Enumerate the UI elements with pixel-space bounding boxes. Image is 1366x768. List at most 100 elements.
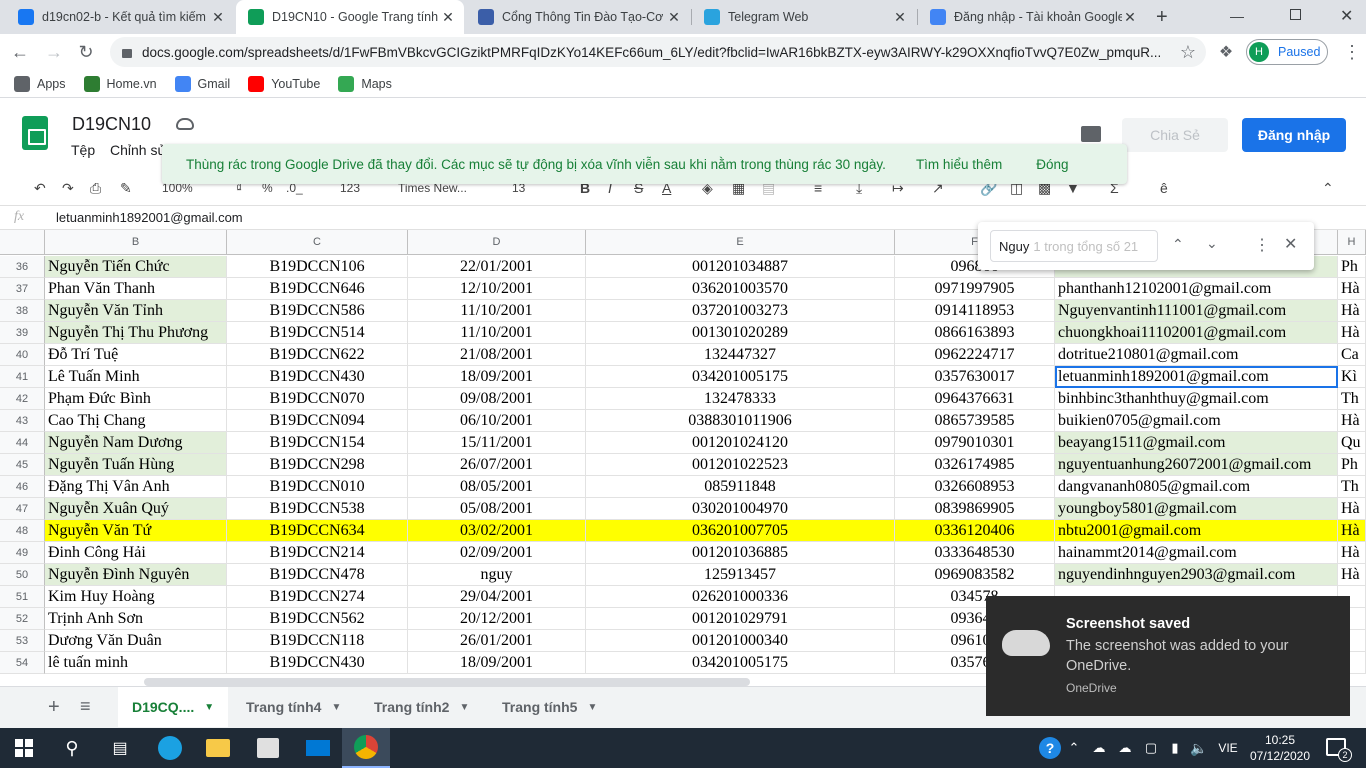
bookmark-star-icon[interactable]: ☆: [1174, 38, 1202, 66]
table-cell[interactable]: B19DCCN094: [227, 410, 408, 432]
active-cell[interactable]: letuanminh1892001@gmail.com: [1055, 366, 1338, 388]
browser-tab[interactable]: Cổng Thông Tin Đào Tạo-Cơ Sở ✕: [466, 0, 690, 34]
table-cell[interactable]: 29/04/2001: [408, 586, 586, 608]
row-header[interactable]: 36: [0, 256, 45, 278]
share-button[interactable]: Chia Sẻ: [1122, 118, 1228, 152]
table-cell[interactable]: Trịnh Anh Sơn: [45, 608, 227, 630]
sheet-tab[interactable]: Trang tính4 ▼: [232, 687, 355, 727]
row-header[interactable]: 50: [0, 564, 45, 586]
table-cell[interactable]: Ph: [1338, 256, 1366, 278]
cloud-status-icon[interactable]: [176, 118, 194, 130]
input-tools-icon[interactable]: ê: [1160, 178, 1168, 198]
table-cell[interactable]: B19DCCN070: [227, 388, 408, 410]
table-cell[interactable]: 20/12/2001: [408, 608, 586, 630]
restore-icon[interactable]: [1290, 9, 1301, 20]
table-cell[interactable]: 22/01/2001: [408, 256, 586, 278]
table-cell[interactable]: B19DCCN478: [227, 564, 408, 586]
battery-icon[interactable]: ▮: [1162, 728, 1188, 768]
table-cell[interactable]: Đinh Công Hải: [45, 542, 227, 564]
table-cell[interactable]: 0969083582: [895, 564, 1055, 586]
sheet-tab[interactable]: D19CQ.... ▼: [118, 687, 229, 727]
table-cell[interactable]: 001201024120: [586, 432, 895, 454]
row-header[interactable]: 53: [0, 630, 45, 652]
table-cell[interactable]: B19DCCN118: [227, 630, 408, 652]
sheet-tab-menu-icon[interactable]: ▼: [204, 702, 214, 713]
new-tab-icon[interactable]: +: [1156, 6, 1168, 29]
table-cell[interactable]: B19DCCN274: [227, 586, 408, 608]
row-header[interactable]: 41: [0, 366, 45, 388]
table-cell[interactable]: B19DCCN562: [227, 608, 408, 630]
row-header[interactable]: 40: [0, 344, 45, 366]
language-indicator[interactable]: VIE: [1208, 728, 1248, 768]
table-cell[interactable]: Nguyễn Đình Nguyên: [45, 564, 227, 586]
table-cell[interactable]: B19DCCN538: [227, 498, 408, 520]
add-sheet-icon[interactable]: +: [48, 696, 60, 719]
table-cell[interactable]: nguy: [408, 564, 586, 586]
bookmark-item[interactable]: Maps: [338, 75, 392, 92]
sheet-tab-menu-icon[interactable]: ▼: [331, 702, 341, 713]
table-cell[interactable]: dangvananh0805@gmail.com: [1055, 476, 1338, 498]
table-cell[interactable]: Qu: [1338, 432, 1366, 454]
column-header[interactable]: B: [45, 230, 227, 255]
menu-item-file[interactable]: Tệp: [71, 142, 95, 158]
close-tab-icon[interactable]: ✕: [210, 9, 226, 26]
sheets-logo-icon[interactable]: [22, 116, 48, 150]
table-cell[interactable]: Nguyễn Văn Tỉnh: [45, 300, 227, 322]
table-cell[interactable]: Nguyễn Văn Tứ: [45, 520, 227, 542]
sheet-tab[interactable]: Trang tính2 ▼: [360, 687, 483, 727]
find-prev-icon[interactable]: ⌃: [1172, 236, 1184, 253]
table-cell[interactable]: 026201000336: [586, 586, 895, 608]
row-header[interactable]: 51: [0, 586, 45, 608]
table-cell[interactable]: hainammt2014@gmail.com: [1055, 542, 1338, 564]
login-button[interactable]: Đăng nhập: [1242, 118, 1346, 152]
table-cell[interactable]: Nguyễn Thị Thu Phương: [45, 322, 227, 344]
find-next-icon[interactable]: ⌄: [1206, 235, 1218, 252]
toast-dismiss-button[interactable]: Đóng: [1036, 157, 1068, 172]
table-cell[interactable]: Nguyễn Tuấn Hùng: [45, 454, 227, 476]
table-cell[interactable]: Ca: [1338, 344, 1366, 366]
column-header[interactable]: D: [408, 230, 586, 255]
menu-kebab-icon[interactable]: ⋮: [1338, 38, 1366, 66]
row-header[interactable]: 44: [0, 432, 45, 454]
chrome-taskbar-icon[interactable]: [342, 728, 390, 768]
table-cell[interactable]: Hà: [1338, 410, 1366, 432]
table-cell[interactable]: dotritue210801@gmail.com: [1055, 344, 1338, 366]
table-cell[interactable]: 0962224717: [895, 344, 1055, 366]
table-cell[interactable]: 0914118953: [895, 300, 1055, 322]
onedrive-tray-icon[interactable]: ☁: [1112, 728, 1138, 768]
table-cell[interactable]: 034201005175: [586, 366, 895, 388]
table-cell[interactable]: Nguyễn Xuân Quý: [45, 498, 227, 520]
column-header[interactable]: E: [586, 230, 895, 255]
table-cell[interactable]: Th: [1338, 476, 1366, 498]
table-cell[interactable]: B19DCCN586: [227, 300, 408, 322]
table-cell[interactable]: 18/09/2001: [408, 652, 586, 674]
formula-input[interactable]: letuanminh1892001@gmail.com: [56, 210, 243, 225]
table-cell[interactable]: Hà: [1338, 564, 1366, 586]
table-cell[interactable]: 001201022523: [586, 454, 895, 476]
row-header[interactable]: 42: [0, 388, 45, 410]
toast-learn-more-link[interactable]: Tìm hiểu thêm: [916, 157, 1002, 172]
find-close-icon[interactable]: ✕: [1284, 234, 1297, 254]
table-cell[interactable]: Hà: [1338, 322, 1366, 344]
search-icon[interactable]: ⚲: [48, 728, 96, 768]
table-cell[interactable]: 037201003273: [586, 300, 895, 322]
table-cell[interactable]: 034201005175: [586, 652, 895, 674]
bookmark-item[interactable]: YouTube: [248, 75, 320, 92]
profile-chip[interactable]: H Paused: [1246, 39, 1328, 65]
table-cell[interactable]: Lê Tuấn Minh: [45, 366, 227, 388]
horizontal-scrollbar[interactable]: [144, 678, 750, 686]
table-cell[interactable]: 0336120406: [895, 520, 1055, 542]
sheet-tab-menu-icon[interactable]: ▼: [587, 702, 597, 713]
table-cell[interactable]: B19DCCN430: [227, 366, 408, 388]
table-cell[interactable]: 11/10/2001: [408, 300, 586, 322]
table-cell[interactable]: B19DCCN106: [227, 256, 408, 278]
table-cell[interactable]: Nguyenvantinh111001@gmail.com: [1055, 300, 1338, 322]
table-cell[interactable]: B19DCCN634: [227, 520, 408, 542]
close-tab-icon[interactable]: ✕: [440, 9, 456, 26]
store-icon[interactable]: [244, 728, 292, 768]
table-cell[interactable]: B19DCCN514: [227, 322, 408, 344]
table-cell[interactable]: Nguyễn Nam Dương: [45, 432, 227, 454]
tray-chevron-icon[interactable]: ⌃: [1060, 728, 1088, 768]
table-cell[interactable]: 12/10/2001: [408, 278, 586, 300]
table-cell[interactable]: B19DCCN298: [227, 454, 408, 476]
